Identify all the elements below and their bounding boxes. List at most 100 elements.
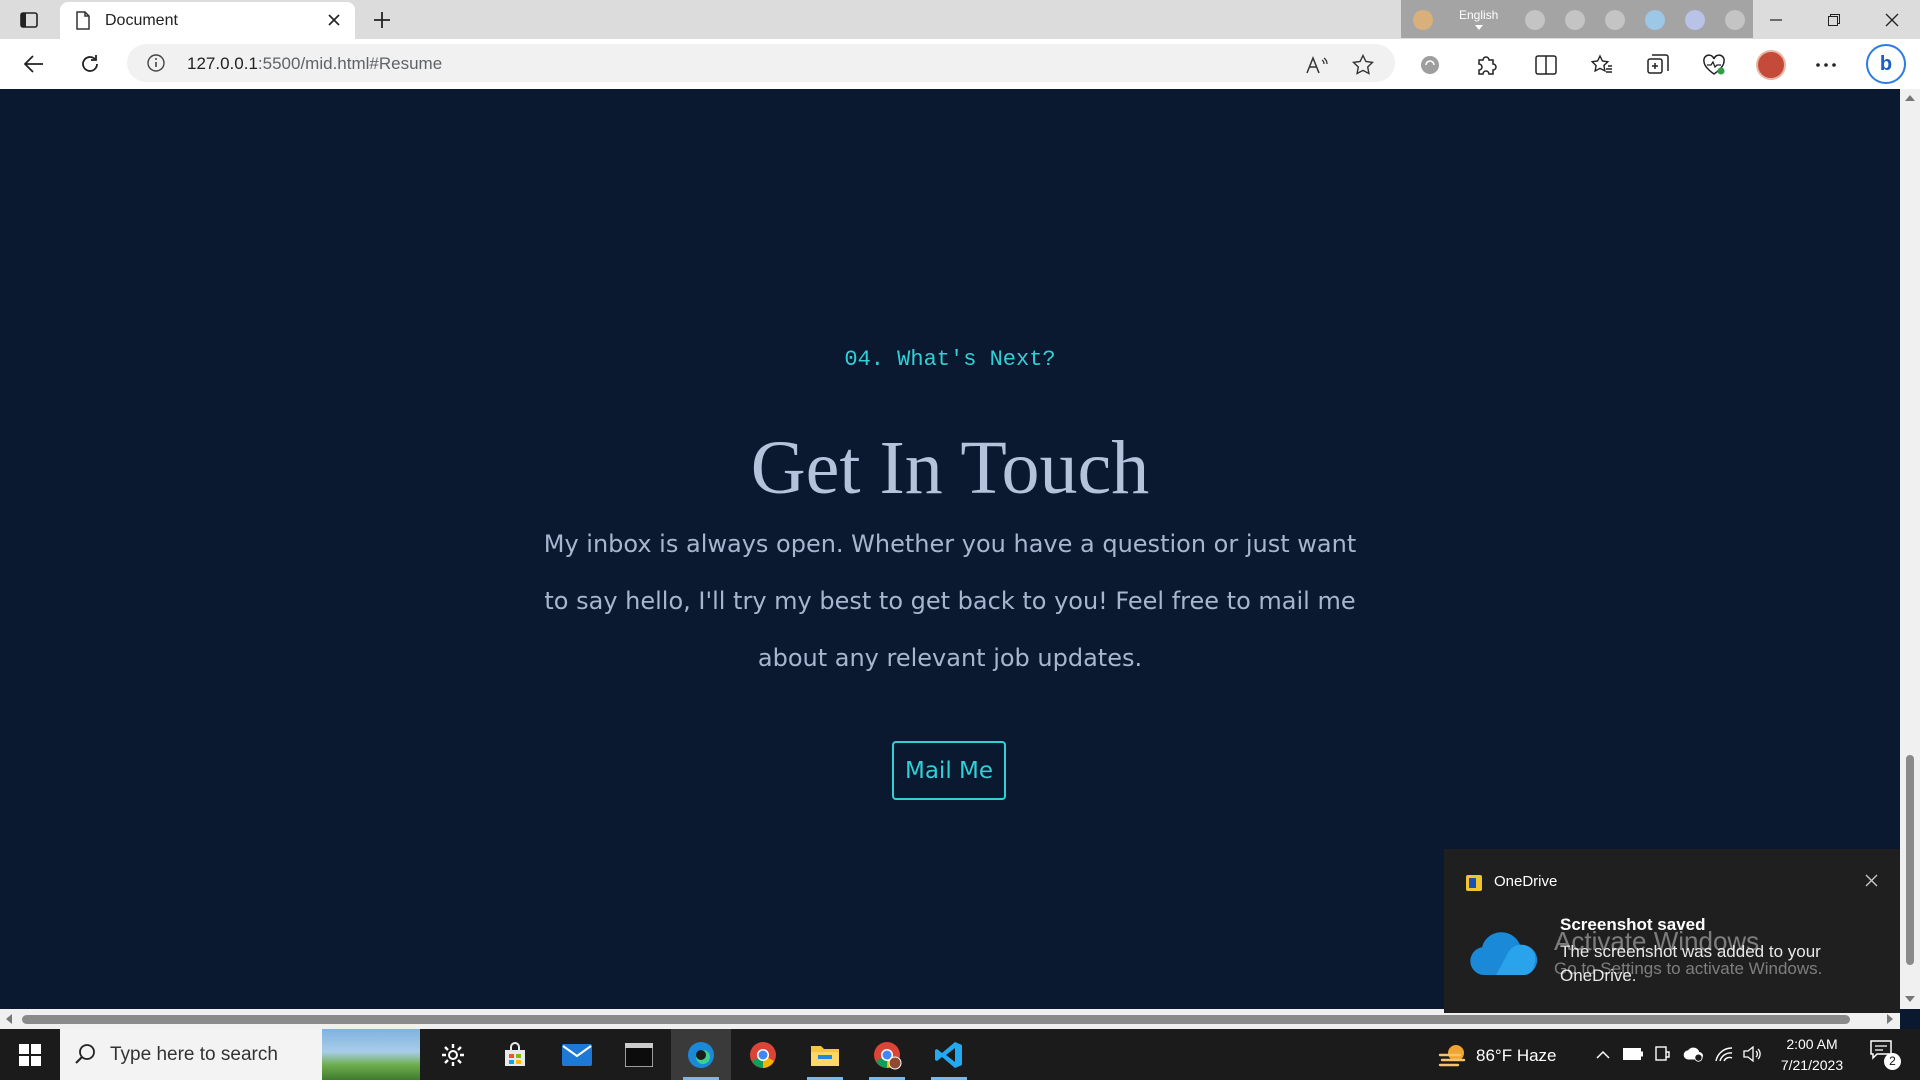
chrome-icon (750, 1041, 776, 1068)
vertical-scrollbar[interactable] (1900, 89, 1920, 1009)
search-icon (75, 1044, 95, 1064)
browser-tab[interactable]: Document (60, 2, 355, 39)
start-button[interactable] (0, 1029, 60, 1080)
horizontal-scroll-thumb[interactable] (22, 1015, 1850, 1024)
section-heading: Get In Touch (750, 426, 1150, 510)
read-aloud-icon (1306, 56, 1328, 74)
favorite-button[interactable] (1351, 53, 1375, 77)
heart-pulse-icon (1703, 54, 1725, 75)
collections-button[interactable] (1644, 52, 1672, 78)
close-icon (1885, 13, 1899, 26)
extension-button[interactable] (1416, 52, 1444, 78)
minimize-icon (1770, 18, 1782, 21)
device-tray[interactable] (1652, 1044, 1672, 1064)
store-icon (505, 1041, 525, 1066)
weather-widget[interactable]: 86°F Haze (1438, 1043, 1557, 1069)
search-placeholder: Type here to search (110, 1044, 278, 1065)
onedrive-cloud-icon (1470, 932, 1538, 975)
info-icon (1725, 10, 1745, 30)
bing-copilot-button[interactable]: b (1866, 44, 1906, 84)
watermark-subtitle: Go to Settings to activate Windows. (1554, 959, 1823, 978)
onedrive-tray[interactable] (1683, 1044, 1703, 1064)
close-icon (328, 14, 340, 26)
tab-strip: Document English (0, 0, 1920, 39)
wifi-icon (1715, 1047, 1733, 1062)
address-toolbar: 127.0.0.1:5500/mid.html#Resume b (0, 39, 1920, 90)
action-center-button[interactable]: 2 (1870, 1040, 1901, 1070)
scroll-left-arrow[interactable] (6, 1014, 12, 1024)
language-bar[interactable]: English (1401, 0, 1753, 38)
favorites-icon (1591, 54, 1612, 73)
extension-circle-icon (1421, 56, 1439, 74)
ime-icon (1413, 10, 1433, 30)
address-bar[interactable]: 127.0.0.1:5500/mid.html#Resume (127, 44, 1395, 82)
scroll-up-arrow[interactable] (1905, 95, 1915, 101)
taskbar-search[interactable]: Type here to search (60, 1029, 420, 1080)
profile-avatar[interactable] (1756, 50, 1786, 80)
tab-title: Document (105, 12, 178, 29)
weather-haze-icon (1438, 1045, 1466, 1067)
battery-icon (1623, 1048, 1643, 1060)
mail-me-button[interactable]: Mail Me (892, 741, 1006, 800)
gear-icon (442, 1043, 464, 1066)
refresh-button[interactable] (74, 49, 106, 79)
taskbar-chrome-profile[interactable] (857, 1029, 917, 1080)
split-screen-button[interactable] (1532, 52, 1560, 78)
more-icon (1816, 63, 1836, 67)
taskbar-clock[interactable]: 2:00 AM 7/21/2023 (1768, 1034, 1856, 1076)
language-label: English (1459, 8, 1499, 22)
scroll-down-arrow[interactable] (1905, 996, 1915, 1002)
cloud-icon (1525, 10, 1545, 30)
tool-icon (1565, 10, 1585, 30)
weather-text: 86°F Haze (1476, 1046, 1557, 1065)
taskbar-settings[interactable] (423, 1029, 483, 1080)
taskbar-chrome[interactable] (733, 1029, 793, 1080)
network-tray[interactable] (1714, 1044, 1734, 1064)
read-aloud-button[interactable] (1305, 53, 1329, 77)
taskbar-terminal[interactable] (609, 1029, 669, 1080)
back-arrow-icon (24, 55, 43, 73)
tab-actions-button[interactable] (14, 8, 44, 32)
restore-button[interactable] (1806, 0, 1862, 39)
section-eyebrow: 04. What's Next? (844, 347, 1056, 372)
close-window-button[interactable] (1864, 0, 1920, 39)
taskbar-vscode[interactable] (919, 1029, 979, 1080)
search-highlight-image (322, 1029, 420, 1080)
close-tab-button[interactable] (323, 9, 345, 31)
back-button[interactable] (18, 49, 50, 79)
new-tab-button[interactable] (368, 6, 396, 34)
cloud-sync-icon (1683, 1047, 1703, 1062)
scroll-right-arrow[interactable] (1887, 1014, 1893, 1024)
refresh-icon (82, 55, 98, 72)
close-icon (1865, 874, 1877, 886)
star-icon (1352, 54, 1374, 75)
info-icon[interactable] (147, 54, 165, 72)
taskbar-store[interactable] (485, 1029, 545, 1080)
taskbar-edge[interactable] (671, 1029, 731, 1080)
battery-tray[interactable] (1623, 1044, 1643, 1064)
chrome-profile-icon (874, 1041, 902, 1069)
taskbar-mail[interactable] (547, 1029, 607, 1080)
url-text: 127.0.0.1:5500/mid.html#Resume (187, 54, 443, 73)
terminal-icon (625, 1042, 653, 1067)
collections-icon (1647, 54, 1669, 74)
chevron-up-icon (1596, 1050, 1610, 1059)
volume-tray[interactable] (1743, 1044, 1763, 1064)
more-options-button[interactable] (1812, 52, 1840, 78)
document-icon (76, 11, 90, 30)
file-explorer-icon (811, 1045, 839, 1066)
taskbar-file-explorer[interactable] (795, 1029, 855, 1080)
onedrive-app-icon (1466, 875, 1482, 891)
minimize-button[interactable] (1748, 0, 1804, 39)
performance-button[interactable] (1700, 52, 1728, 78)
notification-count-badge: 2 (1884, 1053, 1901, 1070)
show-hidden-icons-button[interactable] (1593, 1044, 1613, 1064)
close-notification-button[interactable] (1860, 869, 1882, 891)
favorites-button[interactable] (1588, 52, 1616, 78)
language-dropdown-arrow (1475, 25, 1483, 30)
vertical-scroll-thumb[interactable] (1906, 755, 1914, 965)
mail-icon (562, 1043, 592, 1066)
device-icon (1655, 1046, 1670, 1061)
clock-date: 7/21/2023 (1780, 1057, 1844, 1073)
extensions-button[interactable] (1472, 52, 1500, 78)
